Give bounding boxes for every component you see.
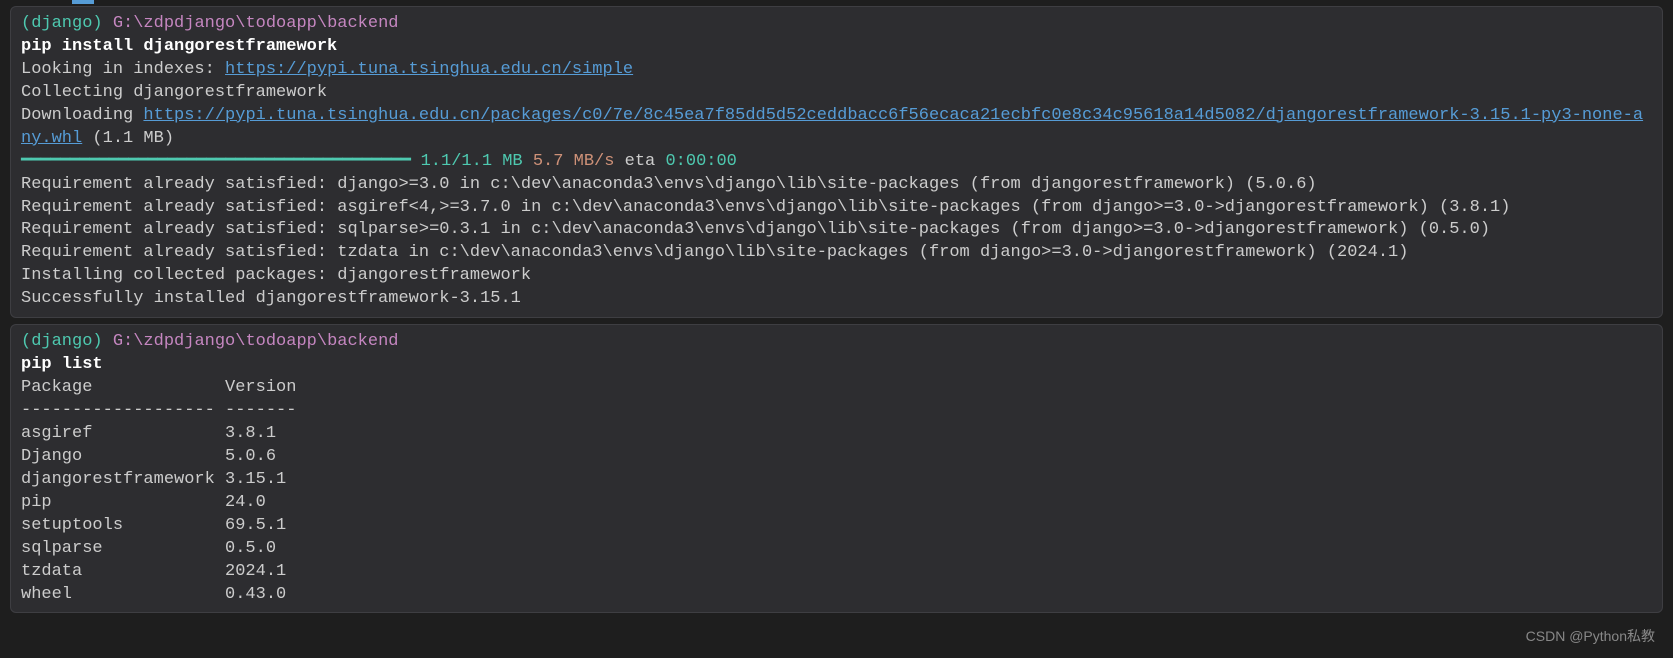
progress-size: 1.1/1.1 MB [410, 152, 522, 171]
table-header: Package Version [21, 378, 296, 397]
command-line: pip install djangorestframework [21, 36, 1652, 59]
progress-speed: 5.7 MB/s [523, 152, 615, 171]
package-table: Package Version ------------------- ----… [21, 377, 1652, 606]
terminal-block-install[interactable]: (django) G:\zdpdjango\todoapp\backend pi… [10, 6, 1663, 318]
table-row: Django 5.0.6 [21, 447, 276, 466]
index-url-link[interactable]: https://pypi.tuna.tsinghua.edu.cn/simple [225, 60, 633, 79]
table-divider: ------------------- ------- [21, 401, 296, 420]
table-row: djangorestframework 3.15.1 [21, 470, 286, 489]
progress-bar: ━━━━━━━━━━━━━━━━━━━━━━━━━━━━━━━━━━━━━━━━ [21, 152, 410, 171]
table-row: tzdata 2024.1 [21, 562, 286, 581]
output-downloading: Downloading https://pypi.tuna.tsinghua.e… [21, 105, 1652, 151]
output-installing: Installing collected packages: djangores… [21, 265, 1652, 288]
prompt-env: (django) [21, 332, 103, 351]
output-requirement: Requirement already satisfied: tzdata in… [21, 242, 1652, 265]
output-success: Successfully installed djangorestframewo… [21, 288, 1652, 311]
command-text: pip list [21, 355, 103, 374]
table-row: sqlparse 0.5.0 [21, 539, 276, 558]
download-url-link[interactable]: https://pypi.tuna.tsinghua.edu.cn/packag… [21, 106, 1643, 148]
terminal-block-list[interactable]: (django) G:\zdpdjango\todoapp\backend pi… [10, 324, 1663, 613]
table-row: pip 24.0 [21, 493, 266, 512]
output-looking-indexes: Looking in indexes: https://pypi.tuna.ts… [21, 59, 1652, 82]
command-text: pip install djangorestframework [21, 37, 337, 56]
table-row: setuptools 69.5.1 [21, 516, 286, 535]
prompt-env: (django) [21, 14, 103, 33]
command-line: pip list [21, 354, 1652, 377]
prompt-path: G:\zdpdjango\todoapp\backend [113, 332, 399, 351]
output-requirement: Requirement already satisfied: sqlparse>… [21, 219, 1652, 242]
tab-active-indicator [72, 0, 94, 4]
watermark: CSDN @Python私教 [1526, 627, 1655, 646]
prompt-path: G:\zdpdjango\todoapp\backend [113, 14, 399, 33]
output-collecting: Collecting djangorestframework [21, 82, 1652, 105]
prompt-line: (django) G:\zdpdjango\todoapp\backend [21, 331, 1652, 354]
table-row: wheel 0.43.0 [21, 585, 286, 604]
prompt-line: (django) G:\zdpdjango\todoapp\backend [21, 13, 1652, 36]
output-requirement: Requirement already satisfied: asgiref<4… [21, 197, 1652, 220]
table-row: asgiref 3.8.1 [21, 424, 276, 443]
eta-time: 0:00:00 [665, 152, 736, 171]
eta-label: eta [614, 152, 665, 171]
progress-line: ━━━━━━━━━━━━━━━━━━━━━━━━━━━━━━━━━━━━━━━━… [21, 151, 1652, 174]
output-requirement: Requirement already satisfied: django>=3… [21, 174, 1652, 197]
